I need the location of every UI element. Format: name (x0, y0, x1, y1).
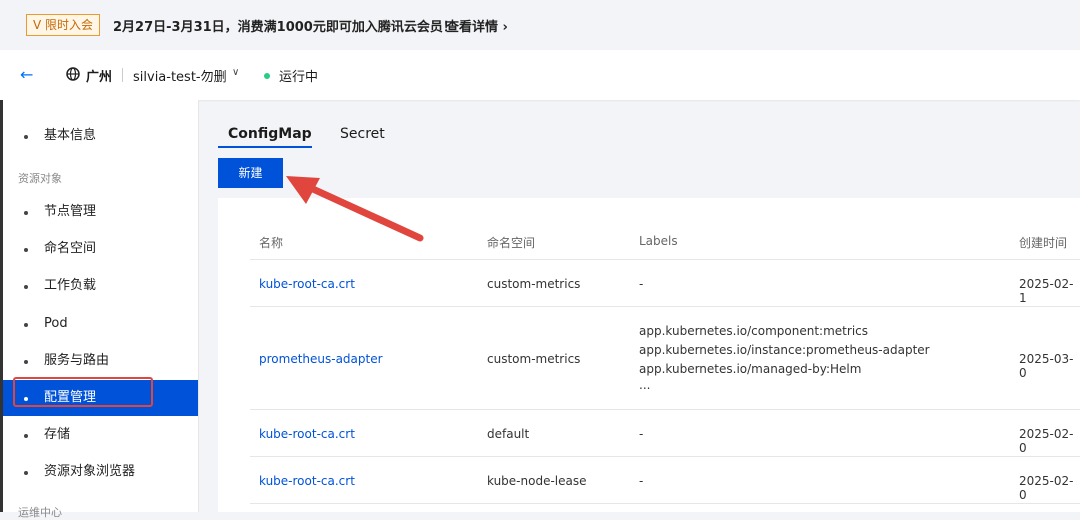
region-label[interactable]: 广州 (86, 66, 112, 85)
bullet-icon (24, 323, 28, 327)
cluster-selector[interactable]: silvia-test-勿删 (133, 66, 227, 85)
sidebar-item-label: 存储 (44, 427, 71, 442)
sidebar-item-label: 工作负载 (44, 278, 97, 293)
sidebar-item-services[interactable]: 服务与路由 (3, 343, 198, 379)
promo-details-link[interactable]: 查看详情 › (446, 16, 508, 35)
annotation-arrow-icon (286, 176, 424, 242)
label-entry: app.kubernetes.io/instance:prometheus-ad… (639, 343, 930, 357)
table-divider (250, 456, 1080, 457)
label-entry: app.kubernetes.io/managed-by:Helm (639, 362, 862, 376)
namespace-cell: custom-metrics (487, 277, 581, 291)
created-time-cell: 2025-02-0 (1019, 427, 1074, 455)
status-dot (264, 73, 270, 79)
namespace-cell: kube-node-lease (487, 474, 587, 488)
configmap-name-link[interactable]: prometheus-adapter (259, 352, 383, 366)
sidebar-item-basic-info[interactable]: 基本信息 (3, 118, 198, 154)
sidebar-item-label: 资源对象浏览器 (44, 464, 136, 479)
label-ellipsis[interactable]: ... (639, 379, 930, 391)
bullet-icon (24, 248, 28, 252)
sidebar-item-label: 基本信息 (44, 128, 97, 143)
promo-text: 2月27日-3月31日，消费满1000元即可加入腾讯云会员！ (113, 20, 456, 35)
table-divider (250, 503, 1080, 504)
bullet-icon (24, 285, 28, 289)
sidebar-group-ops: 运维中心 (18, 506, 62, 519)
configmap-name-link[interactable]: kube-root-ca.crt (259, 474, 355, 488)
namespace-cell: custom-metrics (487, 352, 581, 366)
create-button[interactable]: 新建 (218, 158, 283, 188)
sidebar-item-label: 命名空间 (44, 241, 97, 256)
bullet-icon (24, 211, 28, 215)
promo-banner: V 限时入会 2月27日-3月31日，消费满1000元即可加入腾讯云会员！ 查看… (0, 0, 1080, 50)
globe-icon (66, 67, 80, 81)
configmap-name-link[interactable]: kube-root-ca.crt (259, 277, 355, 291)
tab-active-indicator (218, 146, 312, 148)
labels-cell: - (639, 474, 644, 488)
membership-badge: V 限时入会 (26, 14, 101, 36)
arrow-left-icon[interactable]: ← (20, 65, 33, 84)
table-divider (250, 306, 1080, 307)
sidebar-item-label: 服务与路由 (44, 353, 110, 368)
sidebar-item-nodes[interactable]: 节点管理 (3, 194, 198, 230)
cluster-status: 运行中 (279, 70, 319, 85)
column-header-namespace: 命名空间 (487, 236, 536, 250)
sidebar-item-workloads[interactable]: 工作负载 (3, 268, 198, 304)
labels-cell: app.kubernetes.io/component:metrics app.… (639, 322, 930, 391)
labels-cell: - (639, 427, 644, 441)
chevron-down-icon[interactable]: ∨ (232, 67, 239, 78)
table-divider (250, 259, 1080, 260)
created-time-cell: 2025-02-1 (1019, 277, 1074, 305)
divider (122, 68, 123, 82)
sidebar-item-pod[interactable]: Pod (3, 306, 198, 342)
created-time-cell: 2025-03-0 (1019, 352, 1074, 380)
sidebar-group-resources: 资源对象 (18, 172, 62, 185)
sidebar-item-resource-browser[interactable]: 资源对象浏览器 (3, 454, 198, 490)
namespace-cell: default (487, 427, 530, 441)
configmap-name-link[interactable]: kube-root-ca.crt (259, 427, 355, 441)
sidebar-item-storage[interactable]: 存储 (3, 417, 198, 453)
created-time-cell: 2025-02-0 (1019, 474, 1074, 502)
tab-configmap[interactable]: ConfigMap (228, 126, 312, 142)
sidebar-item-label: 节点管理 (44, 204, 97, 219)
table-divider (250, 409, 1080, 410)
cluster-header: ← 广州 silvia-test-勿删 ∨ 运行中 (0, 50, 1080, 100)
sidebar-item-label: Pod (44, 316, 68, 331)
tab-secret[interactable]: Secret (340, 126, 385, 142)
bullet-icon (24, 360, 28, 364)
labels-cell: - (639, 277, 644, 291)
sidebar-item-namespaces[interactable]: 命名空间 (3, 231, 198, 267)
annotation-highlight-box (13, 377, 153, 407)
label-entry: app.kubernetes.io/component:metrics (639, 324, 868, 338)
bullet-icon (24, 434, 28, 438)
bullet-icon (24, 135, 28, 139)
column-header-labels: Labels (639, 234, 678, 248)
bullet-icon (24, 471, 28, 475)
sidebar: 基本信息 资源对象 节点管理 命名空间 工作负载 Pod 服务与路由 配置管理 … (3, 100, 199, 519)
column-header-created: 创建时间 (1019, 236, 1068, 250)
